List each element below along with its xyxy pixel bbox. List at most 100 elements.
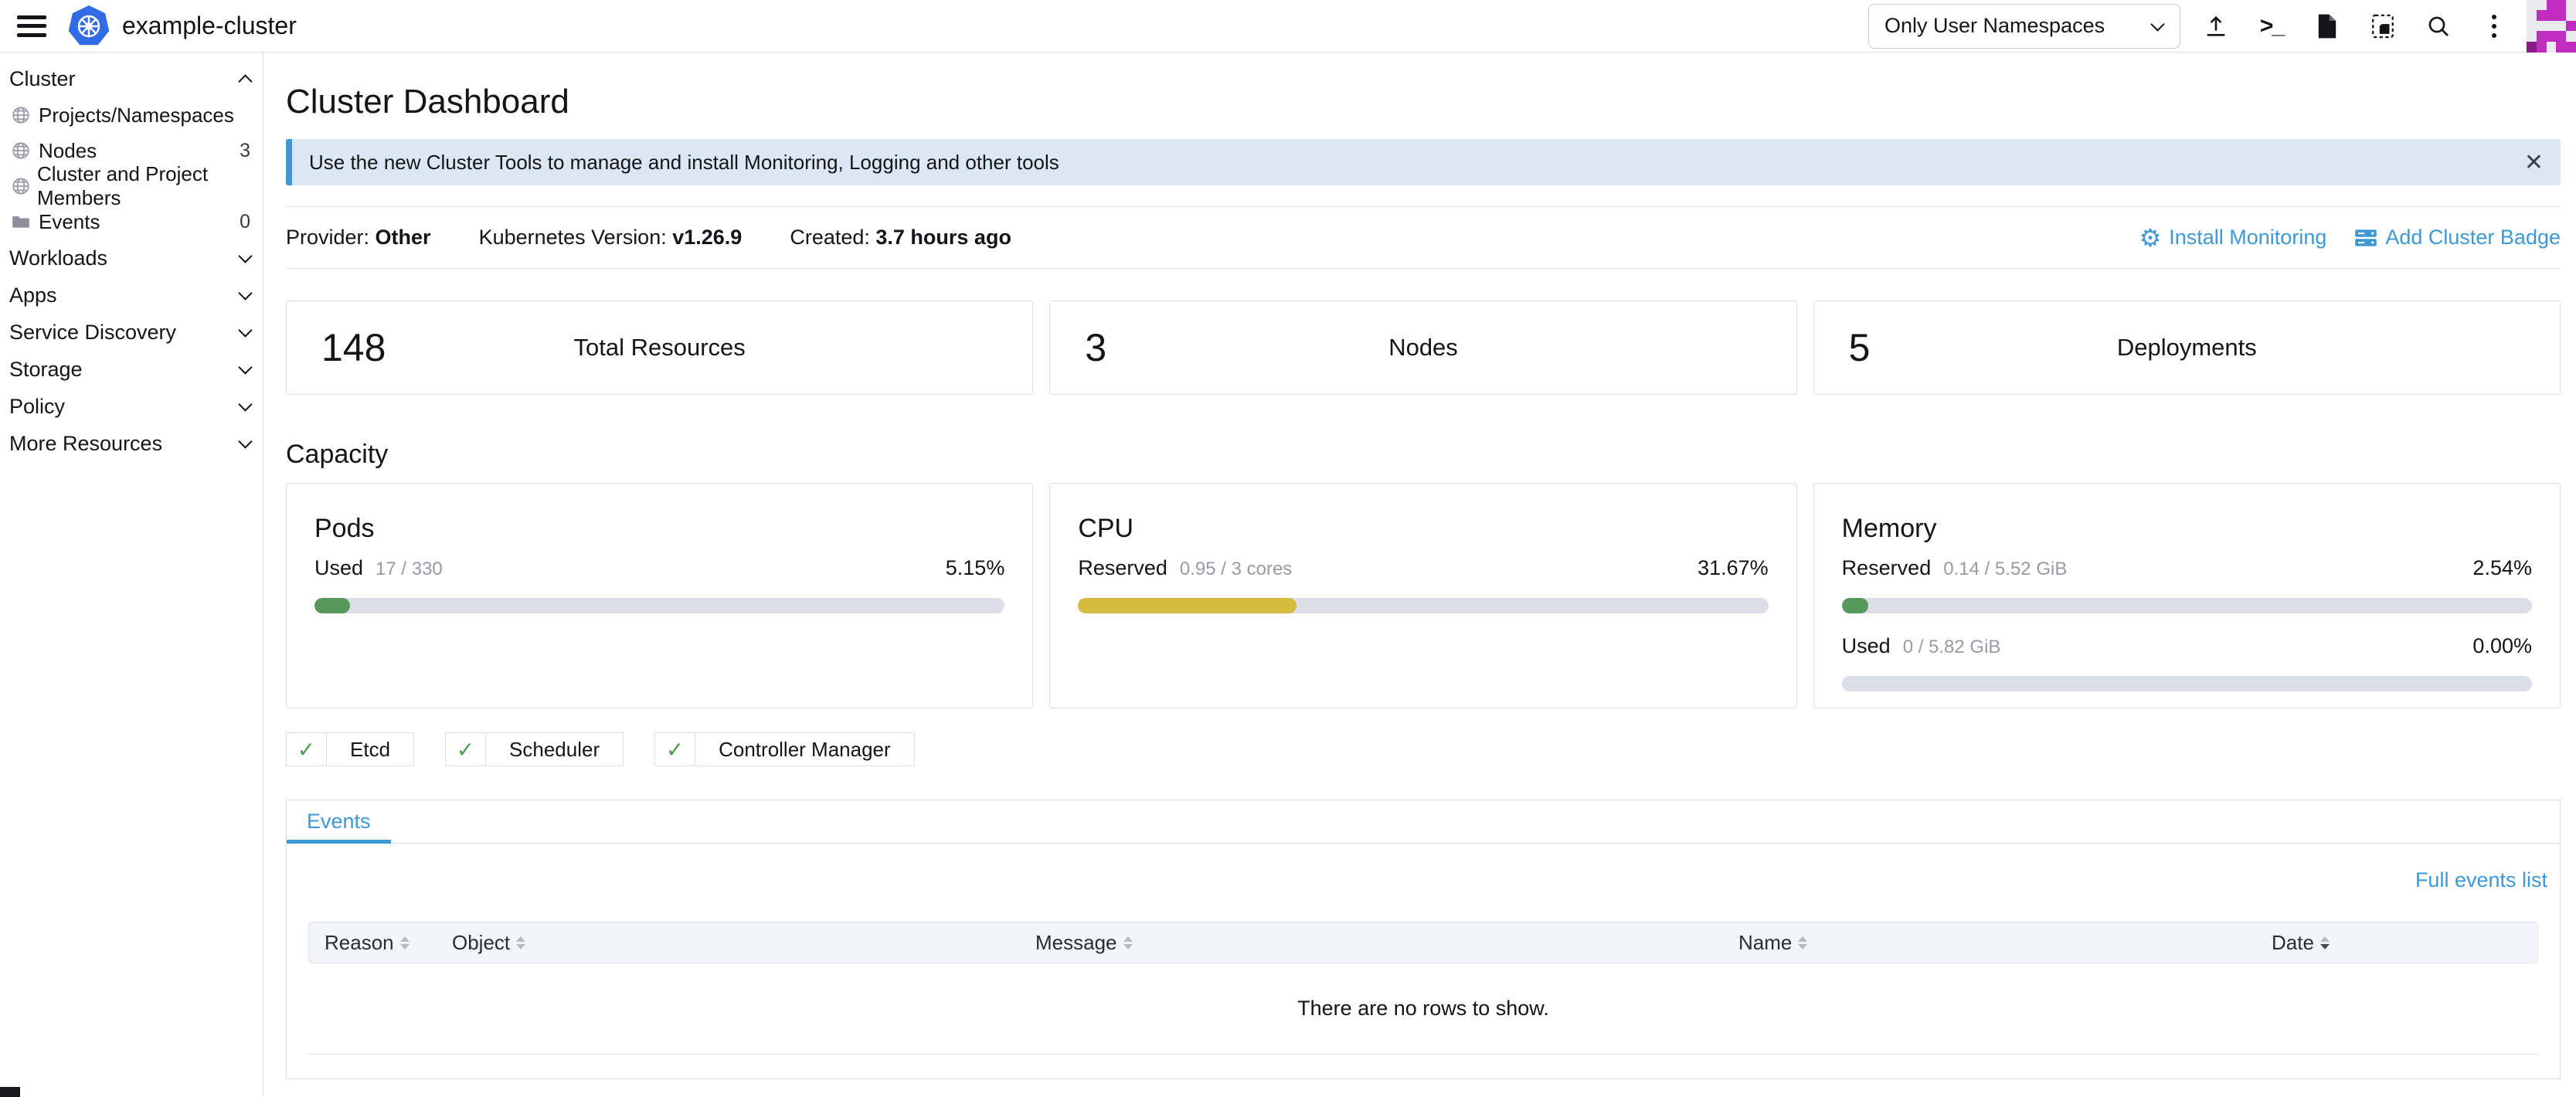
chevron-down-icon xyxy=(238,251,252,265)
tab-events[interactable]: Events xyxy=(287,800,391,843)
capacity-row-label: Reserved xyxy=(1078,556,1167,580)
capacity-row-percent: 2.54% xyxy=(2472,556,2532,580)
capacity-row-percent: 5.15% xyxy=(946,556,1005,580)
download-kubeconfig-icon[interactable] xyxy=(2299,3,2355,49)
sidebar-item-label: Nodes xyxy=(39,139,97,163)
sidebar-item-projects-namespaces[interactable]: Projects/Namespaces xyxy=(0,97,263,133)
sidebar-group-label: More Resources xyxy=(9,432,162,456)
events-empty-message: There are no rows to show. xyxy=(308,963,2538,1055)
capacity-card-memory: MemoryReserved0.14 / 5.52 GiB2.54%Used0 … xyxy=(1813,483,2561,708)
health-badge-label: Scheduler xyxy=(486,733,623,766)
capacity-row-detail: 17 / 330 xyxy=(376,559,443,580)
health-badge-label: Etcd xyxy=(327,733,413,766)
sidebar-group-workloads[interactable]: Workloads xyxy=(0,239,263,277)
namespace-filter-value: Only User Namespaces xyxy=(1884,14,2105,38)
stat-card-deployments: Deployments5 xyxy=(1813,301,2561,395)
kubectl-shell-icon[interactable]: >_ xyxy=(2244,3,2299,49)
full-events-list-link[interactable]: Full events list xyxy=(2415,868,2547,892)
health-badges: ✓Etcd✓Scheduler✓Controller Manager xyxy=(286,732,2561,766)
sort-carets-icon xyxy=(400,936,410,949)
sidebar-group-cluster[interactable]: Cluster xyxy=(0,60,263,97)
sidebar-group-more-resources[interactable]: More Resources xyxy=(0,425,263,462)
column-header-date[interactable]: Date xyxy=(2272,931,2527,955)
capacity-card-title: Memory xyxy=(1842,513,2532,544)
screen-corner-artifact xyxy=(0,1087,20,1097)
sidebar-item-cluster-and-project-members[interactable]: Cluster and Project Members xyxy=(0,168,263,204)
capacity-heading: Capacity xyxy=(286,439,2561,470)
sidebar-group-apps[interactable]: Apps xyxy=(0,277,263,314)
sidebar-item-count: 3 xyxy=(240,140,250,162)
capacity-card-title: Pods xyxy=(314,513,1004,544)
sidebar-group-label: Apps xyxy=(9,284,57,307)
sidebar-item-label: Projects/Namespaces xyxy=(39,104,234,127)
copy-kubeconfig-icon[interactable] xyxy=(2355,3,2411,49)
meta-created: Created: 3.7 hours ago xyxy=(790,226,1011,250)
stat-card-nodes: Nodes3 xyxy=(1049,301,1796,395)
chevron-down-icon xyxy=(2150,19,2164,33)
capacity-row-label: Used xyxy=(1842,634,1891,658)
progress-bar-fill xyxy=(1078,598,1296,613)
stat-card-label: Nodes xyxy=(1050,334,1796,362)
column-header-name[interactable]: Name xyxy=(1738,931,2272,955)
kubernetes-logo-icon xyxy=(68,5,110,47)
events-table-header: ReasonObjectMessageNameDate xyxy=(308,922,2538,963)
cluster-meta-row: Provider: Other Kubernetes Version: v1.26… xyxy=(286,207,2561,268)
import-yaml-icon[interactable] xyxy=(2188,3,2244,49)
capacity-row-used: Used 17 / 330 5.15% xyxy=(314,556,1004,579)
sort-carets-icon xyxy=(2320,936,2330,949)
add-cluster-badge-link[interactable]: Add Cluster Badge xyxy=(2354,226,2561,250)
capacity-card-title: CPU xyxy=(1078,513,1768,544)
health-badge-etcd: ✓Etcd xyxy=(286,732,414,766)
search-icon[interactable] xyxy=(2411,3,2466,49)
sidebar-group-policy[interactable]: Policy xyxy=(0,388,263,425)
meta-kubernetes-version: Kubernetes Version: v1.26.9 xyxy=(479,226,743,250)
stat-card-value: 5 xyxy=(1849,325,1871,370)
check-icon: ✓ xyxy=(655,733,695,766)
stat-card-value: 3 xyxy=(1085,325,1106,370)
health-badge-controller-manager: ✓Controller Manager xyxy=(654,732,915,766)
capacity-row-label: Used xyxy=(314,556,363,580)
sidebar-group-service-discovery[interactable]: Service Discovery xyxy=(0,314,263,351)
chevron-down-icon xyxy=(238,288,252,302)
capacity-card-pods: Pods Used 17 / 330 5.15% xyxy=(286,483,1033,708)
sidebar-group-label: Storage xyxy=(9,358,83,382)
sidebar-group-storage[interactable]: Storage xyxy=(0,351,263,388)
globe-icon xyxy=(11,104,32,126)
gear-icon: ⚙ xyxy=(2139,226,2162,250)
progress-bar-fill xyxy=(1842,598,1868,613)
chevron-up-icon xyxy=(238,72,252,86)
meta-provider: Provider: Other xyxy=(286,226,431,250)
banner-text: Use the new Cluster Tools to manage and … xyxy=(309,151,1059,175)
progress-bar-fill xyxy=(314,598,350,613)
check-icon: ✓ xyxy=(446,733,486,766)
capacity-row-percent: 31.67% xyxy=(1698,556,1769,580)
globe-icon xyxy=(11,175,31,197)
install-monitoring-link[interactable]: ⚙Install Monitoring xyxy=(2139,226,2327,250)
user-avatar[interactable] xyxy=(2527,0,2576,53)
close-icon[interactable]: ✕ xyxy=(2524,149,2544,176)
badge-icon xyxy=(2354,228,2377,248)
health-badge-label: Controller Manager xyxy=(695,733,914,766)
events-tabbar: Events xyxy=(287,800,2560,844)
sidebar-group-label: Workloads xyxy=(9,246,107,270)
column-header-message[interactable]: Message xyxy=(1035,931,1738,955)
capacity-row-percent: 0.00% xyxy=(2472,634,2532,658)
sort-carets-icon xyxy=(1123,936,1133,949)
progress-bar-track xyxy=(314,598,1004,613)
folder-icon xyxy=(11,211,32,233)
stat-card-total-resources: Total Resources148 xyxy=(286,301,1033,395)
page-title: Cluster Dashboard xyxy=(286,82,2561,122)
hamburger-menu-icon[interactable] xyxy=(17,15,46,37)
chevron-down-icon xyxy=(238,362,252,376)
namespace-filter-select[interactable]: Only User Namespaces xyxy=(1868,4,2180,49)
sidebar-group-label: Service Discovery xyxy=(9,321,176,345)
kebab-menu-icon[interactable] xyxy=(2466,3,2522,49)
capacity-row-detail: 0 / 5.82 GiB xyxy=(1903,637,2001,658)
column-header-object[interactable]: Object xyxy=(452,931,1035,955)
capacity-card-cpu: CPUReserved0.95 / 3 cores31.67% xyxy=(1049,483,1796,708)
sidebar-item-label: Cluster and Project Members xyxy=(37,162,250,210)
divider xyxy=(286,268,2561,269)
events-table: ReasonObjectMessageNameDate There are no… xyxy=(308,922,2538,1055)
progress-bar-track xyxy=(1842,676,2532,691)
column-header-reason[interactable]: Reason xyxy=(309,931,452,955)
